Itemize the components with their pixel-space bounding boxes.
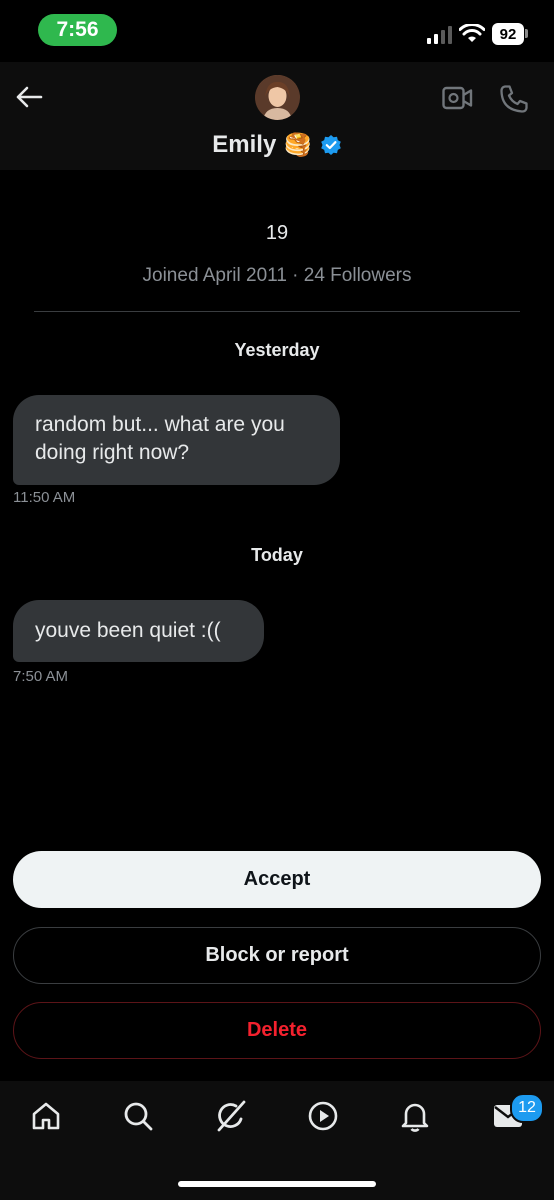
- profile-joined-followers: Joined April 2011 · 24 Followers: [142, 265, 412, 286]
- video-call-icon[interactable]: [442, 84, 473, 112]
- divider: [34, 311, 520, 312]
- wifi-icon: [459, 24, 485, 42]
- status-bar: 7:56 92: [0, 0, 554, 62]
- name-emoji: 🥞: [284, 132, 312, 157]
- status-time: 7:56: [38, 14, 117, 46]
- message-bubble[interactable]: youve been quiet :((: [13, 600, 264, 662]
- phone-call-icon[interactable]: [499, 84, 529, 114]
- cellular-signal-icon: [427, 26, 452, 44]
- search-icon: [124, 1102, 153, 1131]
- message-timestamp: 11:50 AM: [13, 489, 76, 506]
- video-icon: [308, 1101, 338, 1131]
- message-timestamp: 7:50 AM: [13, 668, 69, 685]
- day-label-today: Today: [251, 545, 303, 565]
- nav-search[interactable]: [118, 1096, 158, 1136]
- nav-grok[interactable]: [211, 1096, 251, 1136]
- grok-icon: [217, 1100, 246, 1132]
- battery-level: 92: [492, 23, 524, 45]
- contact-name: Emily: [212, 131, 277, 158]
- home-icon: [32, 1102, 60, 1130]
- verified-badge-icon: [320, 135, 341, 155]
- block-or-report-button[interactable]: Block or report: [13, 927, 541, 984]
- nav-notifications[interactable]: [395, 1096, 435, 1136]
- day-label-yesterday: Yesterday: [234, 340, 320, 360]
- nav-video[interactable]: [303, 1096, 343, 1136]
- profile-age: 19: [265, 222, 289, 244]
- home-indicator: [178, 1181, 376, 1187]
- contact-name-row: Emily 🥞: [0, 128, 554, 162]
- accept-button[interactable]: Accept: [13, 851, 541, 908]
- messages-badge: 12: [510, 1093, 544, 1123]
- bell-icon: [401, 1103, 429, 1132]
- message-bubble[interactable]: random but... what are you doing right n…: [13, 395, 340, 485]
- avatar[interactable]: [255, 75, 300, 120]
- delete-button[interactable]: Delete: [13, 1002, 541, 1059]
- battery-icon: [525, 29, 528, 38]
- back-arrow-icon[interactable]: [15, 85, 43, 109]
- nav-home[interactable]: [26, 1096, 66, 1136]
